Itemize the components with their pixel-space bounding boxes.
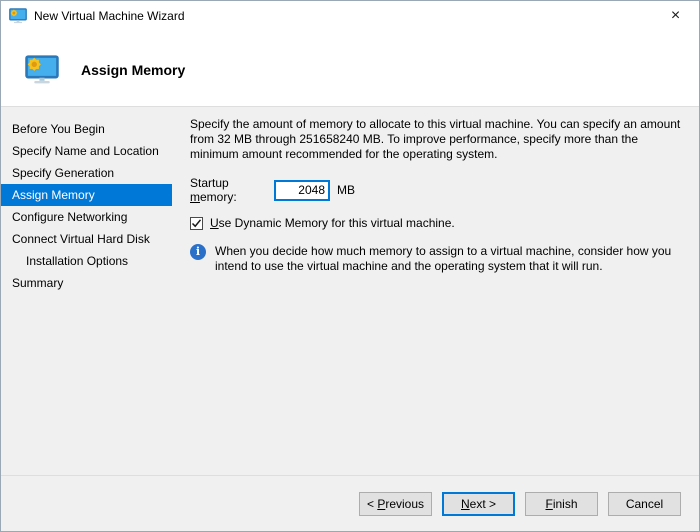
sidebar-item-installation-options[interactable]: Installation Options	[1, 250, 172, 272]
sidebar-item-specify-generation[interactable]: Specify Generation	[1, 162, 172, 184]
finish-button[interactable]: Finish	[525, 492, 598, 516]
startup-memory-row: Startup memory: MB	[190, 176, 687, 204]
dynamic-memory-row: Use Dynamic Memory for this virtual mach…	[190, 216, 687, 230]
wizard-footer: < Previous Next > Finish Cancel	[1, 475, 699, 531]
assign-memory-content: Specify the amount of memory to allocate…	[172, 107, 699, 477]
new-vm-wizard-dialog: New Virtual Machine Wizard × Assign Memo…	[0, 0, 700, 532]
vm-monitor-icon-large	[25, 55, 59, 84]
checkmark-icon	[191, 218, 202, 227]
previous-button[interactable]: < Previous	[359, 492, 432, 516]
memory-description-text: Specify the amount of memory to allocate…	[190, 117, 681, 161]
dynamic-memory-checkbox[interactable]	[190, 216, 203, 230]
startup-memory-label: Startup memory:	[190, 176, 237, 204]
info-note-row: i When you decide how much memory to ass…	[190, 244, 687, 274]
wizard-steps-sidebar: Before You Begin Specify Name and Locati…	[1, 107, 172, 477]
vm-monitor-icon	[9, 8, 27, 24]
close-icon[interactable]: ×	[653, 2, 698, 30]
title-bar: New Virtual Machine Wizard ×	[1, 1, 699, 31]
window-title: New Virtual Machine Wizard	[34, 9, 185, 23]
sidebar-item-connect-virtual-hard-disk[interactable]: Connect Virtual Hard Disk	[1, 228, 172, 250]
info-icon: i	[190, 244, 206, 260]
wizard-body: Before You Begin Specify Name and Locati…	[1, 106, 699, 477]
sidebar-item-configure-networking[interactable]: Configure Networking	[1, 206, 172, 228]
wizard-header: Assign Memory	[1, 31, 699, 106]
memory-unit-label: MB	[337, 183, 355, 197]
page-title: Assign Memory	[81, 62, 186, 78]
sidebar-item-assign-memory[interactable]: Assign Memory	[1, 184, 172, 206]
sidebar-item-summary[interactable]: Summary	[1, 272, 172, 294]
dynamic-memory-label[interactable]: Use Dynamic Memory for this virtual mach…	[210, 216, 455, 230]
cancel-button[interactable]: Cancel	[608, 492, 681, 516]
sidebar-item-specify-name-and-location[interactable]: Specify Name and Location	[1, 140, 172, 162]
next-button[interactable]: Next >	[442, 492, 515, 516]
info-note-text: When you decide how much memory to assig…	[215, 244, 672, 273]
startup-memory-input[interactable]	[274, 179, 330, 201]
sidebar-item-before-you-begin[interactable]: Before You Begin	[1, 118, 172, 140]
